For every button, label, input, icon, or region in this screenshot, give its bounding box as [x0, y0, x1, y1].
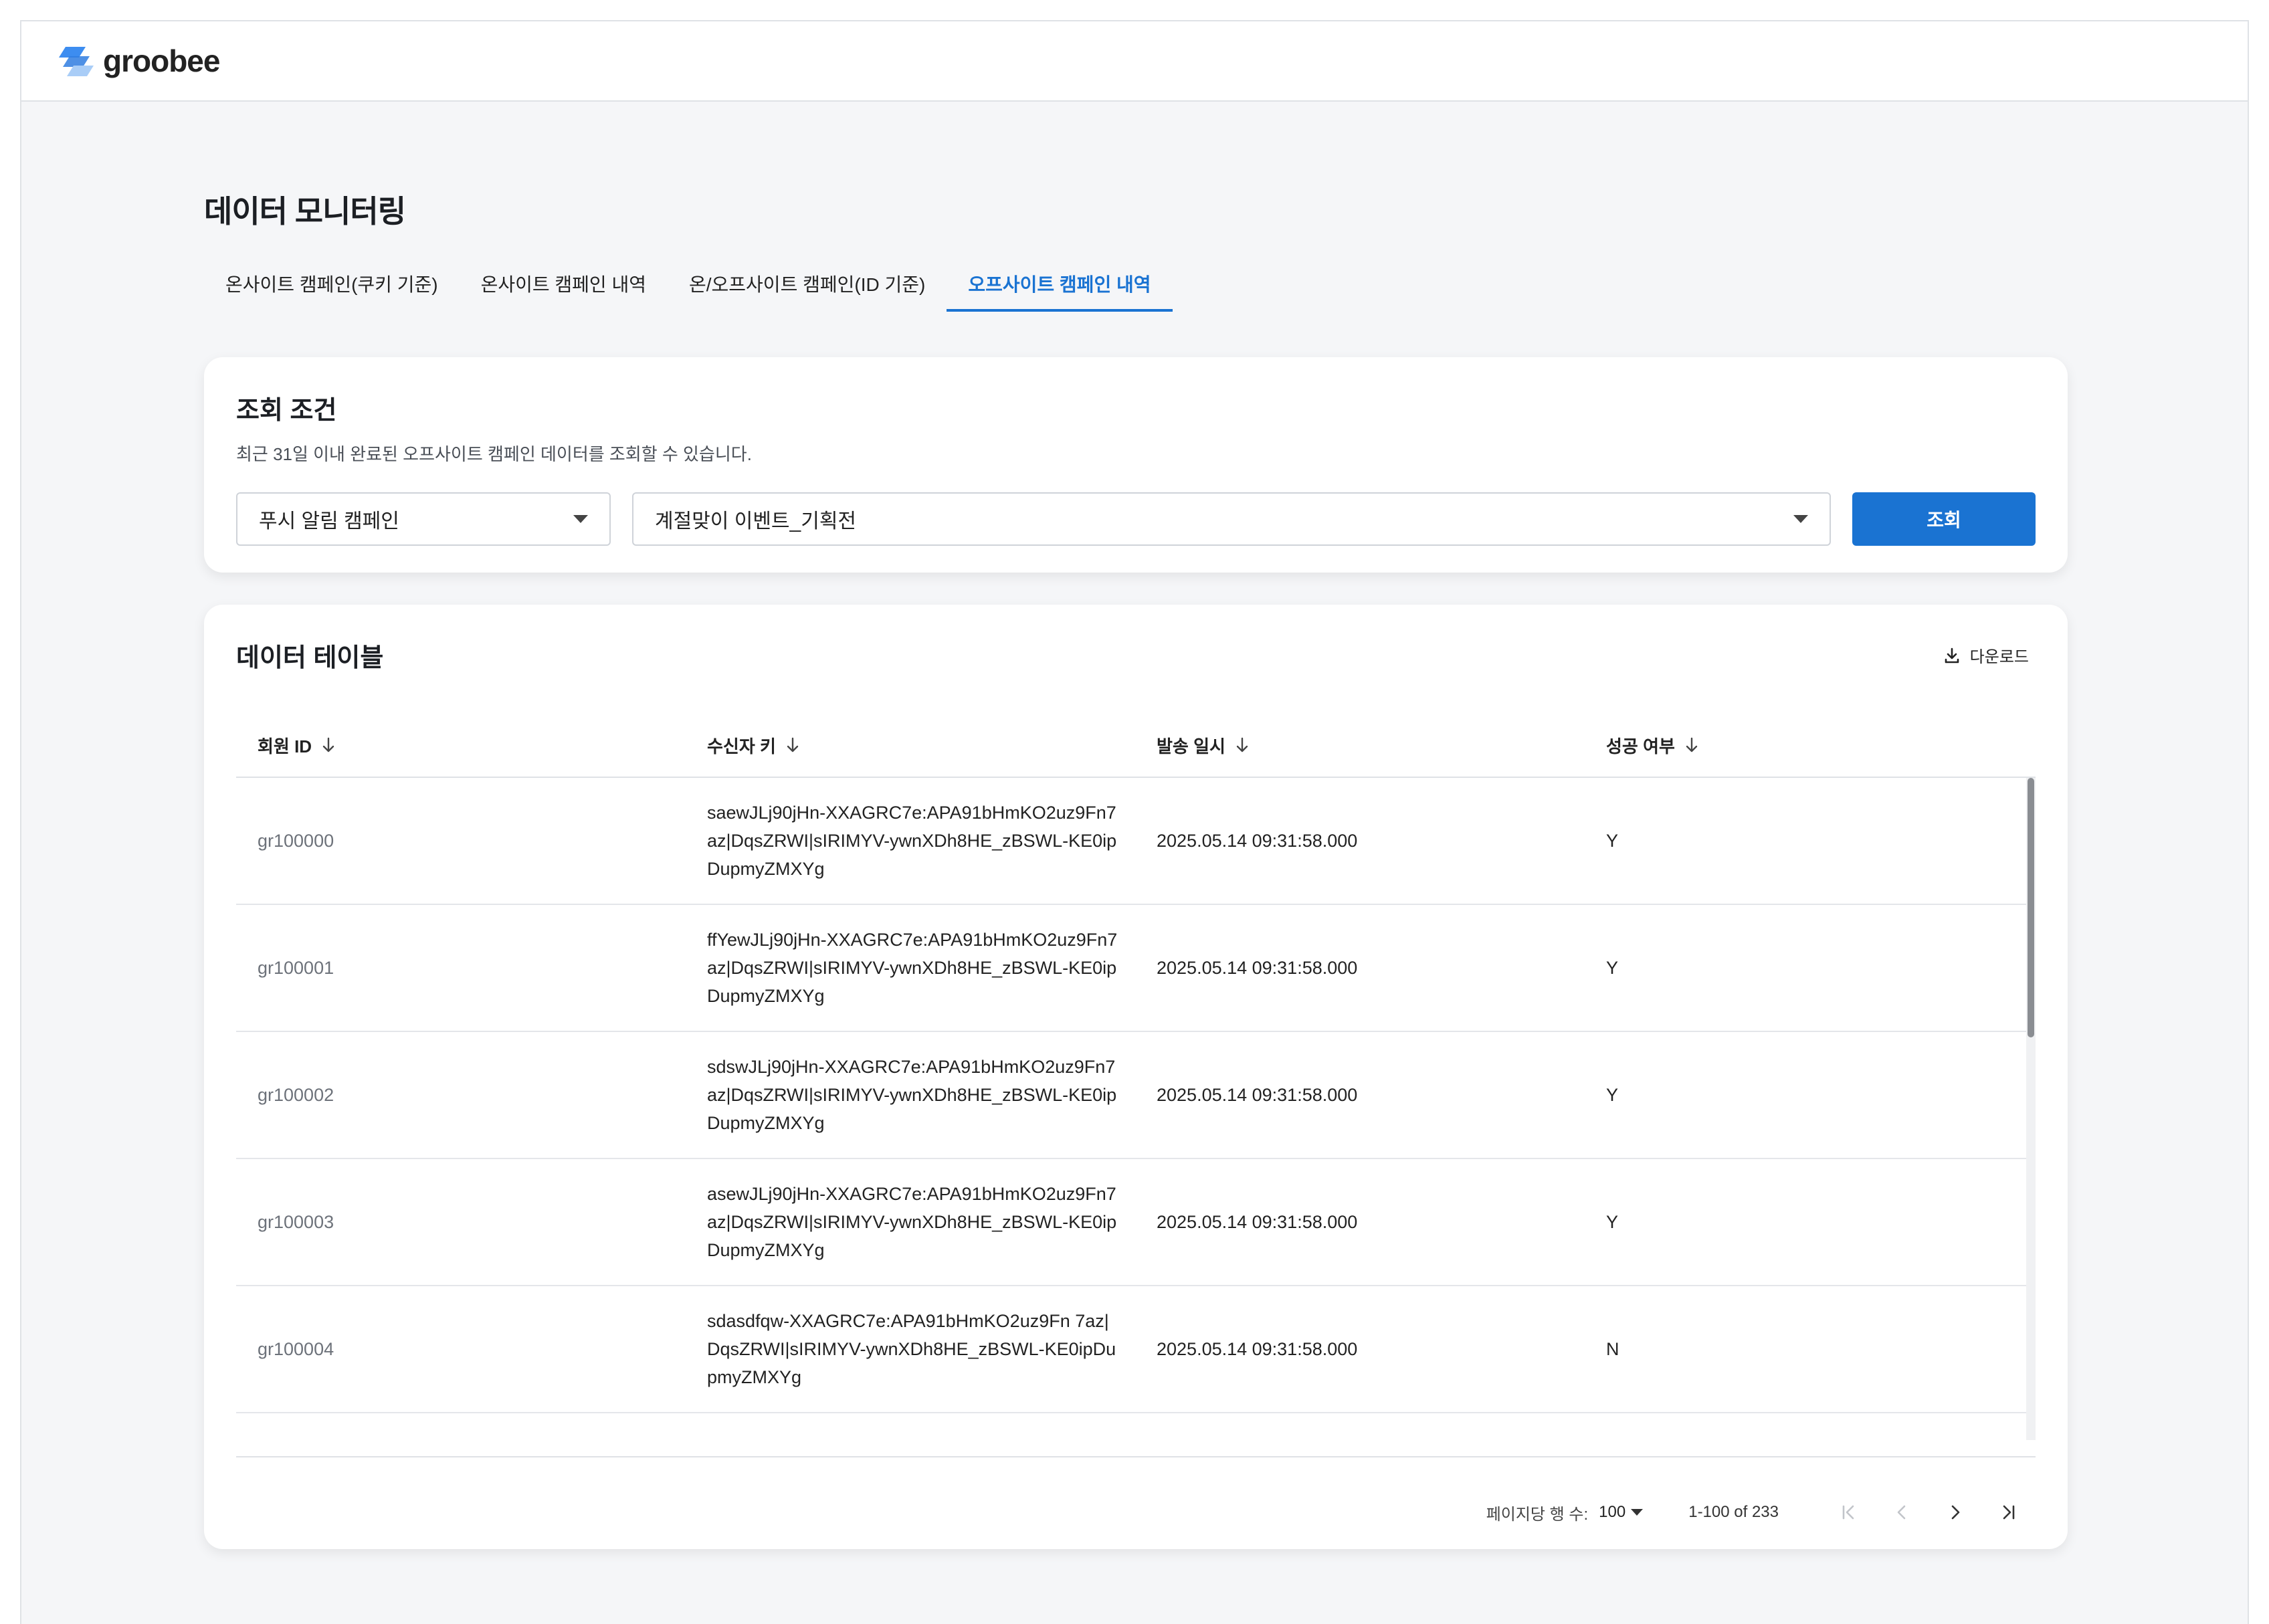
cell-sent-at: 2025.05.14 09:31:58.000 [1157, 958, 1358, 978]
next-page-button[interactable] [1929, 1492, 1982, 1532]
tab-offsite-history[interactable]: 오프사이트 캠페인 내역 [947, 270, 1173, 312]
app-frame: groobee 데이터 모니터링 온사이트 캠페인(쿠키 기준) 온사이트 캠페… [20, 20, 2249, 1624]
table-row[interactable]: gr100003 asewJLj90jHn-XXAGRC7e:APA91bHmK… [236, 1159, 2026, 1286]
column-header-sent-at[interactable]: 발송 일시 [1135, 733, 1585, 758]
cell-sent-at: 2025.05.14 09:31:58.000 [1157, 1085, 1358, 1105]
sort-arrow-down-icon [787, 737, 799, 752]
sort-arrow-down-icon [322, 737, 334, 752]
table-scrollbar[interactable] [2026, 778, 2036, 1440]
first-page-icon [1842, 1505, 1854, 1520]
table-row[interactable]: gr100001 ffYewJLj90jHn-XXAGRC7e:APA91bHm… [236, 905, 2026, 1032]
chevron-right-icon [1951, 1505, 1960, 1520]
cell-success: Y [1606, 958, 1619, 978]
previous-page-button[interactable] [1875, 1492, 1929, 1532]
cell-sent-at: 2025.05.14 09:31:58.000 [1157, 1212, 1358, 1232]
sort-arrow-down-icon [1236, 737, 1248, 752]
cell-member-id: gr100001 [258, 958, 334, 978]
cell-member-id: gr100002 [258, 1085, 334, 1105]
column-header-label: 발송 일시 [1157, 736, 1225, 756]
table-row[interactable]: gr100002 sdswJLj90jHn-XXAGRC7e:APA91bHmK… [236, 1032, 2026, 1159]
column-header-label: 성공 여부 [1606, 736, 1675, 756]
cell-recipient-key: sdswJLj90jHn-XXAGRC7e:APA91bHmKO2uz9Fn7a… [707, 1057, 1117, 1133]
download-icon [1945, 647, 1959, 663]
cell-success: N [1606, 1339, 1619, 1359]
table-header: 회원 ID 수신자 키 발송 일시 성공 여부 [236, 714, 2036, 778]
table-title: 데이터 테이블 [236, 644, 384, 672]
campaign-type-value: 푸시 알림 캠페인 [259, 510, 399, 532]
cell-recipient-key: ffYewJLj90jHn-XXAGRC7e:APA91bHmKO2uz9Fn7… [707, 930, 1118, 1006]
chevron-left-icon [1897, 1505, 1906, 1520]
column-header-success[interactable]: 성공 여부 [1585, 733, 2026, 758]
page-range: 1-100 of 233 [1688, 1503, 1779, 1521]
campaign-name-value: 계절맞이 이벤트_기획전 [655, 510, 857, 532]
first-page-button[interactable] [1821, 1492, 1875, 1532]
column-header-member-id[interactable]: 회원 ID [236, 733, 686, 758]
data-table-card: 데이터 테이블 다운로드 회원 ID 수신자 키 발송 일시 성공 여부 gr1… [204, 605, 2068, 1549]
rows-per-page-select[interactable]: 100 [1599, 1503, 1644, 1522]
search-conditions-card: 조회 조건 최근 31일 이내 완료된 오프사이트 캠페인 데이터를 조회할 수… [204, 357, 2068, 573]
tab-bar: 온사이트 캠페인(쿠키 기준) 온사이트 캠페인 내역 온/오프사이트 캠페인(… [204, 270, 2068, 312]
conditions-description: 최근 31일 이내 완료된 오프사이트 캠페인 데이터를 조회할 수 있습니다. [236, 444, 752, 464]
table-card-header: 데이터 테이블 다운로드 [236, 637, 2036, 674]
page-title: 데이터 모니터링 [204, 194, 406, 229]
cell-sent-at: 2025.05.14 09:31:58.000 [1157, 831, 1358, 851]
table-footer-divider [236, 1456, 2036, 1457]
table-row[interactable]: gr100004 sdasdfqw-XXAGRC7e:APA91bHmKO2uz… [236, 1286, 2026, 1413]
last-page-button[interactable] [1982, 1492, 2036, 1532]
cell-recipient-key: sdasdfqw-XXAGRC7e:APA91bHmKO2uz9Fn 7az|D… [707, 1311, 1116, 1387]
last-page-icon [2003, 1505, 2015, 1520]
download-button[interactable]: 다운로드 [1943, 643, 2029, 667]
groobee-logo-icon [59, 47, 94, 76]
column-header-label: 회원 ID [258, 736, 312, 756]
download-label: 다운로드 [1969, 648, 2029, 666]
cell-sent-at: 2025.05.14 09:31:58.000 [1157, 1339, 1358, 1359]
logo[interactable]: groobee [56, 43, 220, 79]
column-header-label: 수신자 키 [707, 736, 776, 756]
data-table: 회원 ID 수신자 키 발송 일시 성공 여부 gr100000 saewJLj… [236, 714, 2036, 1532]
campaign-type-select[interactable]: 푸시 알림 캠페인 [236, 492, 611, 546]
cell-recipient-key: asewJLj90jHn-XXAGRC7e:APA91bHmKO2uz9Fn7a… [707, 1184, 1117, 1260]
logo-text: groobee [103, 43, 220, 78]
rows-per-page-value: 100 [1599, 1503, 1626, 1521]
column-header-recipient-key[interactable]: 수신자 키 [686, 733, 1135, 758]
cell-success: Y [1606, 831, 1619, 851]
cell-success: Y [1606, 1085, 1619, 1105]
table-body: gr100000 saewJLj90jHn-XXAGRC7e:APA91bHmK… [236, 778, 2036, 1440]
conditions-title: 조회 조건 [236, 397, 337, 425]
chevron-down-icon [573, 515, 588, 523]
scrollbar-thumb[interactable] [2028, 778, 2034, 1037]
tab-onsite-cookie[interactable]: 온사이트 캠페인(쿠키 기준) [204, 270, 460, 312]
table-row[interactable]: gr100000 saewJLj90jHn-XXAGRC7e:APA91bHmK… [236, 778, 2026, 905]
cell-member-id: gr100000 [258, 831, 334, 851]
search-button[interactable]: 조회 [1852, 492, 2036, 546]
main-content: 데이터 모니터링 온사이트 캠페인(쿠키 기준) 온사이트 캠페인 내역 온/오… [204, 102, 2068, 1549]
chevron-down-icon [1631, 1509, 1644, 1516]
tab-onsite-history[interactable]: 온사이트 캠페인 내역 [460, 270, 668, 312]
chevron-down-icon [1793, 515, 1808, 523]
campaign-name-select[interactable]: 계절맞이 이벤트_기획전 [632, 492, 1831, 546]
cell-member-id: gr100004 [258, 1339, 334, 1359]
cell-recipient-key: saewJLj90jHn-XXAGRC7e:APA91bHmKO2uz9Fn7a… [707, 803, 1117, 879]
filter-row: 푸시 알림 캠페인 계절맞이 이벤트_기획전 조회 [236, 492, 2036, 546]
top-bar: groobee [21, 21, 2248, 102]
cell-member-id: gr100003 [258, 1212, 334, 1232]
tab-on-offsite-id[interactable]: 온/오프사이트 캠페인(ID 기준) [668, 270, 947, 312]
cell-success: Y [1606, 1212, 1619, 1232]
sort-arrow-down-icon [1686, 737, 1698, 752]
rows-per-page-label: 페이지당 행 수: [1486, 1505, 1589, 1524]
pagination: 페이지당 행 수: 100 1-100 of 233 [236, 1492, 2036, 1532]
